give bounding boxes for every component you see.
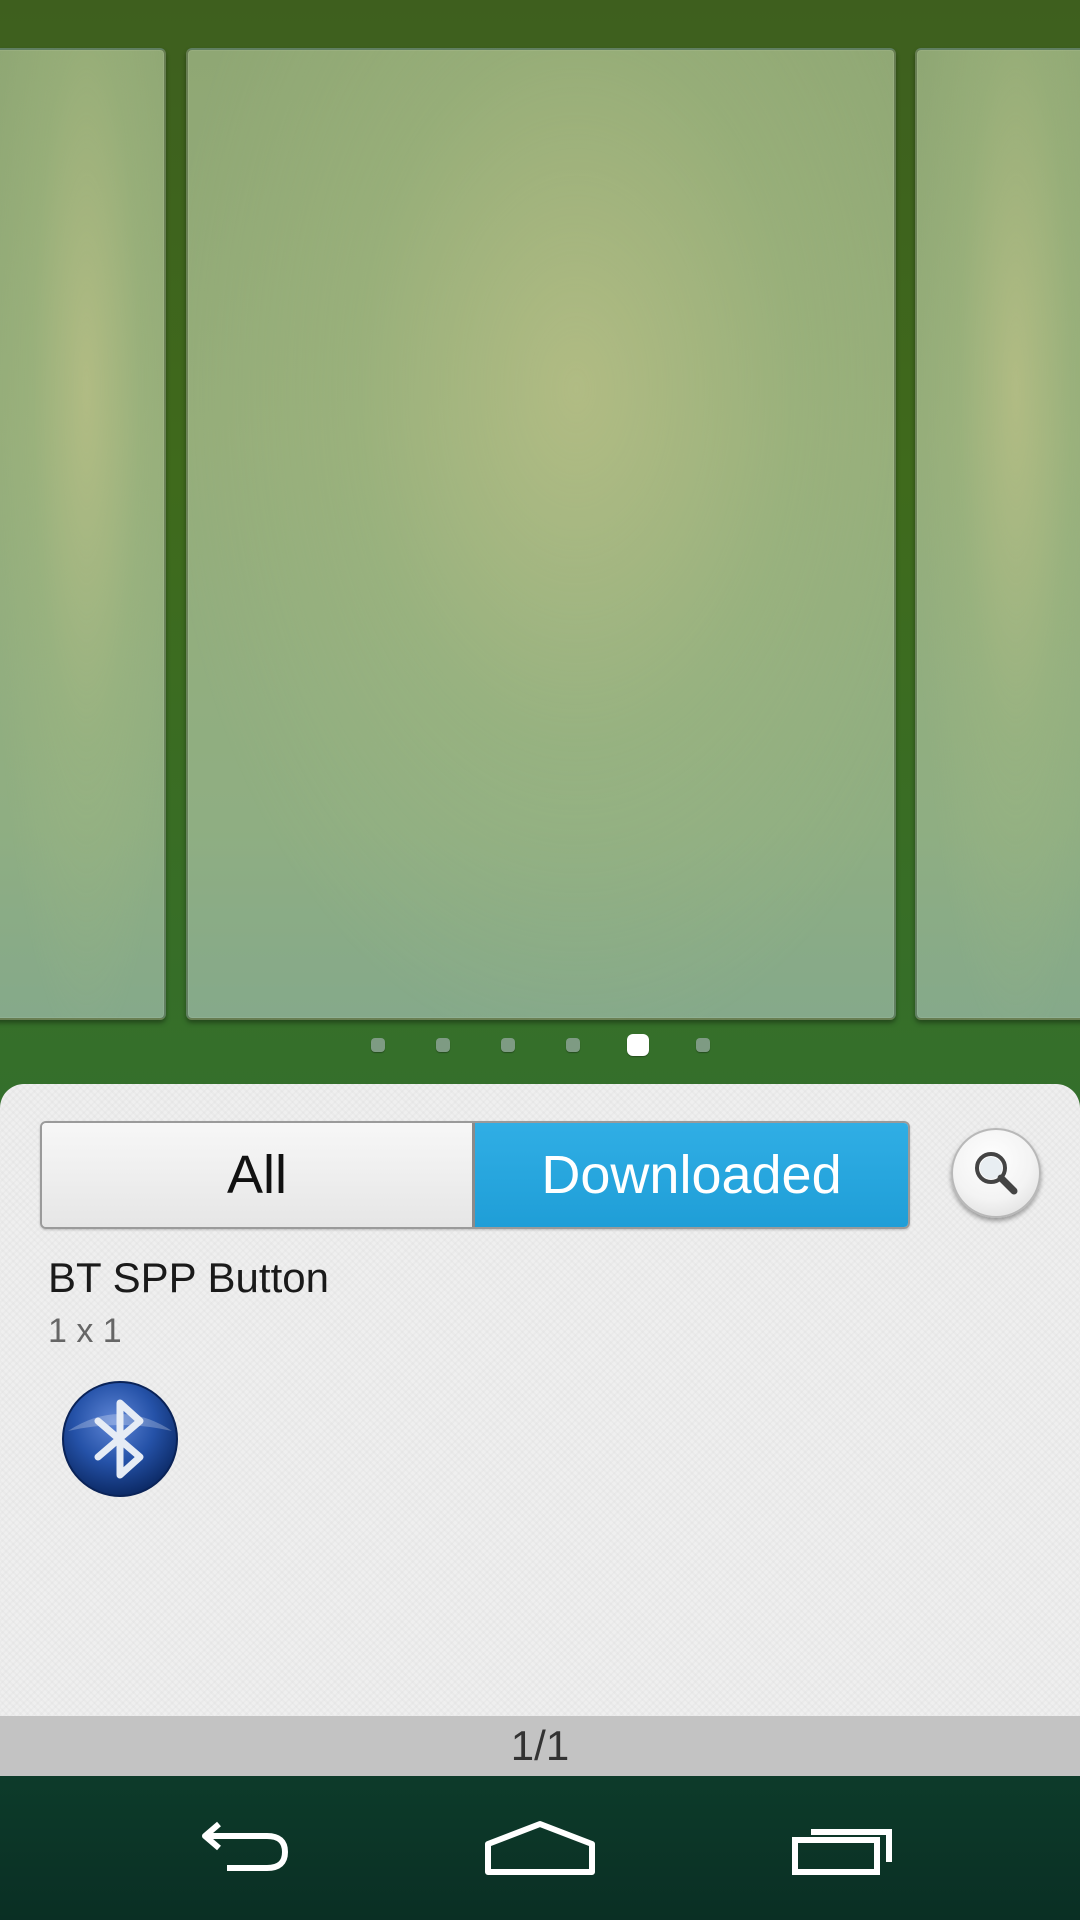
page-dot-active[interactable] <box>626 1034 649 1056</box>
search-icon <box>975 1152 1018 1195</box>
home-screen-preview-next[interactable] <box>915 48 1080 1020</box>
filter-tabs: All Downloaded <box>40 1121 910 1229</box>
navigation-bar <box>0 1776 1080 1920</box>
recent-apps-button[interactable] <box>774 1796 914 1900</box>
page-dot[interactable] <box>500 1038 515 1052</box>
home-screen-preview-current[interactable] <box>186 48 896 1020</box>
home-icon <box>485 1821 595 1875</box>
page-counter: 1/1 <box>0 1716 1080 1776</box>
back-icon <box>202 1821 289 1871</box>
search-button[interactable] <box>951 1128 1041 1218</box>
screen: All Downloaded BT SPP Button 1 x 1 1/1 <box>0 0 1080 1920</box>
page-dot[interactable] <box>370 1038 385 1052</box>
home-button[interactable] <box>470 1796 610 1900</box>
tab-all[interactable]: All <box>42 1123 475 1227</box>
tab-downloaded[interactable]: Downloaded <box>475 1123 908 1227</box>
page-dot[interactable] <box>695 1038 710 1052</box>
widget-title: BT SPP Button <box>48 1254 329 1301</box>
back-button[interactable] <box>170 1796 310 1900</box>
page-indicator-dots <box>0 1034 1080 1056</box>
page-dot[interactable] <box>435 1038 450 1052</box>
widget-item-bt-spp-button[interactable] <box>60 1379 180 1499</box>
widget-size: 1 x 1 <box>48 1312 122 1350</box>
recent-apps-icon <box>792 1829 892 1875</box>
page-dot[interactable] <box>565 1038 580 1052</box>
widget-picker-panel: All Downloaded BT SPP Button 1 x 1 <box>0 1084 1080 1716</box>
home-screen-preview-previous[interactable] <box>0 48 166 1020</box>
bluetooth-icon <box>62 1381 178 1497</box>
